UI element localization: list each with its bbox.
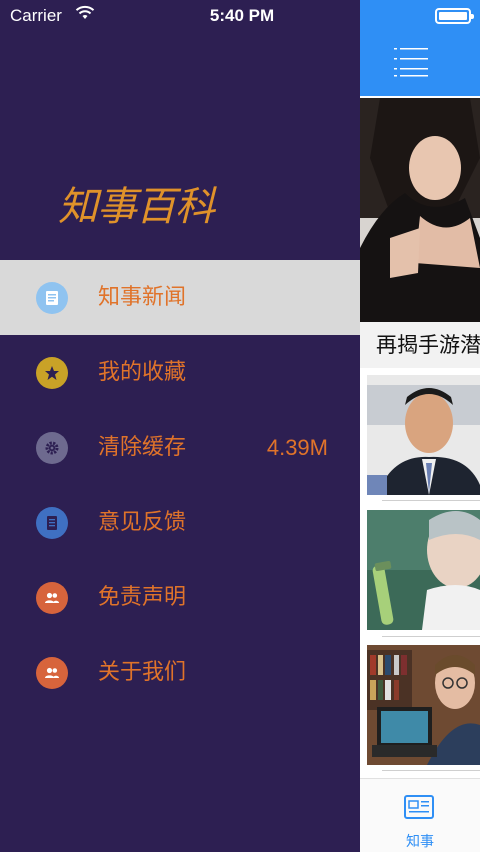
menu-item-clear-cache[interactable]: 清除缓存 4.39M (0, 410, 360, 485)
battery-icon (435, 8, 474, 24)
cache-size-value: 4.39M (266, 435, 328, 460)
document-icon (36, 507, 68, 539)
menu-item-news[interactable]: 知事新闻 (0, 260, 360, 335)
news-thumbnail-image[interactable] (367, 645, 480, 765)
news-thumbnail-image[interactable] (367, 375, 480, 495)
side-drawer: 知事百科 知事新闻 我的收藏 清除缓存 4.39M 意见反馈 免责声明 关于我们 (0, 0, 360, 852)
star-icon (36, 357, 68, 389)
menu-label: 我的收藏 (98, 360, 187, 385)
list-divider (382, 770, 480, 771)
menu-label: 关于我们 (98, 660, 187, 685)
gear-icon (36, 432, 68, 464)
list-divider (382, 636, 480, 637)
tab-zhishi[interactable]: 知事 (360, 831, 480, 851)
app-logo: 知事百科 (58, 184, 218, 230)
menu-item-disclaimer[interactable]: 免责声明 (0, 560, 360, 635)
menu-list-icon[interactable] (394, 46, 428, 78)
list-divider (382, 500, 480, 501)
drawer-menu: 知事新闻 我的收藏 清除缓存 4.39M 意见反馈 免责声明 关于我们 (0, 260, 360, 710)
status-bar: Carrier 5:40 PM (0, 0, 480, 30)
hero-caption[interactable]: 再揭手游潜 (360, 322, 480, 368)
users-icon (36, 657, 68, 689)
menu-label: 免责声明 (98, 585, 187, 610)
menu-item-about[interactable]: 关于我们 (0, 635, 360, 710)
svg-text:知事百科: 知事百科 (58, 184, 217, 230)
menu-item-favorites[interactable]: 我的收藏 (0, 335, 360, 410)
newspaper-icon[interactable] (402, 793, 436, 823)
news-icon (36, 282, 68, 314)
clock-label: 5:40 PM (209, 6, 275, 25)
menu-label: 知事新闻 (98, 285, 187, 310)
tab-bar: 知事 (360, 778, 480, 852)
menu-item-feedback[interactable]: 意见反馈 (0, 485, 360, 560)
menu-label: 清除缓存 (98, 435, 187, 460)
news-thumbnail-image[interactable] (367, 510, 480, 630)
users-icon (36, 582, 68, 614)
menu-label: 意见反馈 (98, 510, 187, 535)
main-content-panel[interactable]: 再揭手游潜 知事 (360, 0, 480, 852)
hero-news-image[interactable] (360, 98, 480, 322)
